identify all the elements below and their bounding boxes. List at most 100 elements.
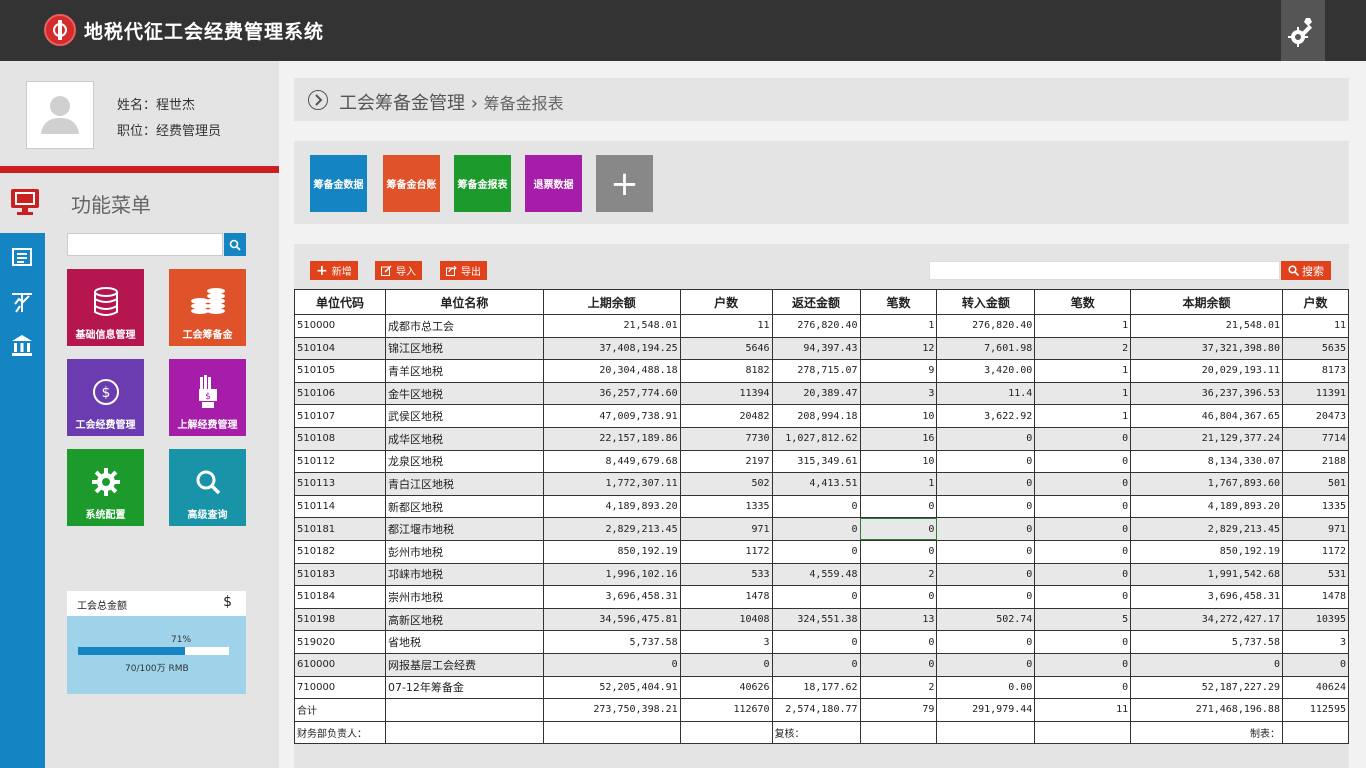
table-cell[interactable]: 0 xyxy=(859,585,938,609)
table-cell[interactable]: 1 xyxy=(1034,359,1132,383)
export-button[interactable]: 导出 xyxy=(440,261,487,280)
table-cell[interactable]: 11 xyxy=(679,314,773,338)
table-cell[interactable]: 12 xyxy=(859,336,938,361)
menu-tile-system-config[interactable]: 系统配置 xyxy=(67,449,144,526)
table-cell[interactable]: 4,189,893.20 xyxy=(542,494,681,519)
table-cell[interactable]: 1,772,307.11 xyxy=(542,472,681,496)
table-cell[interactable]: 37,321,398.80 xyxy=(1130,336,1283,361)
table-cell[interactable]: 52,187,227.29 xyxy=(1130,675,1283,700)
table-cell[interactable]: 0 xyxy=(771,494,861,519)
table-cell[interactable]: 8182 xyxy=(679,359,773,383)
col-header[interactable]: 笔数 xyxy=(1034,289,1132,315)
add-button[interactable]: + 新增 xyxy=(310,261,358,280)
table-cell[interactable]: 1,027,812.62 xyxy=(771,426,861,451)
table-row[interactable]: 510000 成都市总工会 21,548.01 11 276,820.40 1 276,82… xyxy=(294,314,1350,338)
table-cell[interactable]: 13 xyxy=(859,607,938,632)
table-cell[interactable]: 710000 xyxy=(294,675,386,700)
table-cell[interactable]: 1172 xyxy=(1281,539,1350,564)
table-cell[interactable]: 2197 xyxy=(679,449,773,474)
table-cell[interactable]: 0 xyxy=(936,449,1036,474)
menu-search-input[interactable] xyxy=(67,233,223,256)
table-cell[interactable]: 青羊区地税 xyxy=(384,359,544,383)
menu-tile-union-fund[interactable]: 工会筹备金 xyxy=(169,269,246,346)
table-search-button[interactable]: 搜索 xyxy=(1281,261,1331,280)
table-cell[interactable]: 34,272,427.17 xyxy=(1130,607,1283,632)
table-cell[interactable]: 金牛区地税 xyxy=(384,381,544,406)
table-cell[interactable]: 0 xyxy=(936,517,1036,541)
table-cell[interactable]: 1 xyxy=(859,472,938,496)
table-cell[interactable]: 7730 xyxy=(679,426,773,451)
table-cell[interactable]: 34,596,475.81 xyxy=(542,607,681,632)
table-cell[interactable]: 276,820.40 xyxy=(771,314,861,338)
table-cell[interactable]: 0 xyxy=(1034,539,1132,564)
table-cell[interactable]: 0 xyxy=(1034,494,1132,519)
table-cell[interactable]: 510114 xyxy=(294,494,386,519)
table-cell[interactable]: 成华区地税 xyxy=(384,426,544,451)
col-header[interactable]: 户数 xyxy=(1281,289,1350,315)
table-cell[interactable]: 16 xyxy=(859,426,938,451)
table-cell[interactable]: 彭州市地税 xyxy=(384,539,544,564)
table-cell[interactable]: 青白江区地税 xyxy=(384,472,544,496)
table-cell[interactable]: 20473 xyxy=(1281,404,1350,428)
table-cell[interactable]: 5,737.58 xyxy=(1130,630,1283,654)
table-cell[interactable]: 0 xyxy=(1034,449,1132,474)
table-cell[interactable]: 3,696,458.31 xyxy=(1130,585,1283,609)
table-cell[interactable]: 武侯区地税 xyxy=(384,404,544,428)
table-cell[interactable]: 1,991,542.68 xyxy=(1130,562,1283,587)
table-cell[interactable]: 52,205,404.91 xyxy=(542,675,681,700)
table-cell[interactable]: 4,559.48 xyxy=(771,562,861,587)
table-cell[interactable]: 11.4 xyxy=(936,381,1036,406)
table-cell[interactable]: 18,177.62 xyxy=(771,675,861,700)
table-cell[interactable]: 510183 xyxy=(294,562,386,587)
table-cell[interactable]: 4,413.51 xyxy=(771,472,861,496)
import-button[interactable]: 导入 xyxy=(375,261,422,280)
table-cell[interactable]: 0 xyxy=(771,630,861,654)
table-row[interactable]: 510182 彭州市地税 850,192.19 1172 0 0 0 0 850,192.19 1… xyxy=(294,539,1350,564)
table-cell[interactable]: 10 xyxy=(859,449,938,474)
table-cell[interactable]: 20482 xyxy=(679,404,773,428)
table-cell[interactable]: 510107 xyxy=(294,404,386,428)
table-cell[interactable]: 510181 xyxy=(294,517,386,541)
table-cell[interactable]: 10395 xyxy=(1281,607,1350,632)
table-cell[interactable]: 1335 xyxy=(679,494,773,519)
table-cell[interactable]: 3,622.92 xyxy=(936,404,1036,428)
table-row[interactable]: 710000 07-12年筹备金 52,205,404.91 40626 18,177.… xyxy=(294,675,1350,700)
table-cell[interactable]: 1172 xyxy=(679,539,773,564)
table-cell[interactable]: 46,804,367.65 xyxy=(1130,404,1283,428)
table-cell[interactable]: 20,304,488.18 xyxy=(542,359,681,383)
quick-tile-refund-data[interactable]: 退票数据 xyxy=(525,155,582,212)
table-cell[interactable]: 510104 xyxy=(294,336,386,361)
table-cell[interactable]: 10 xyxy=(859,404,938,428)
table-cell[interactable]: 1 xyxy=(1034,404,1132,428)
table-cell[interactable]: 8,449,679.68 xyxy=(542,449,681,474)
quick-tile-fund-data[interactable]: 筹备金数据 xyxy=(310,155,367,212)
table-cell[interactable]: 0 xyxy=(542,652,681,677)
table-cell[interactable]: 07-12年筹备金 xyxy=(384,675,544,700)
table-row[interactable]: 510104 锦江区地税 37,408,194.25 5646 94,397.43 12 7… xyxy=(294,336,1350,361)
table-cell[interactable]: 510182 xyxy=(294,539,386,564)
table-cell[interactable]: 40626 xyxy=(679,675,773,700)
table-cell[interactable]: 0 xyxy=(679,652,773,677)
table-cell[interactable]: 0 xyxy=(771,652,861,677)
col-header[interactable]: 转入金额 xyxy=(936,289,1036,315)
table-cell[interactable]: 5,737.58 xyxy=(542,630,681,654)
table-cell[interactable]: 502 xyxy=(679,472,773,496)
table-cell[interactable]: 971 xyxy=(679,517,773,541)
table-cell[interactable]: 501 xyxy=(1281,472,1350,496)
table-cell[interactable]: 都江堰市地税 xyxy=(384,517,544,541)
table-cell[interactable]: 4,189,893.20 xyxy=(1130,494,1283,519)
table-cell[interactable]: 850,192.19 xyxy=(542,539,681,564)
table-cell[interactable]: 2,829,213.45 xyxy=(1130,517,1283,541)
table-cell[interactable]: 省地税 xyxy=(384,630,544,654)
table-cell[interactable]: 0 xyxy=(936,562,1036,587)
table-cell[interactable]: 3 xyxy=(679,630,773,654)
table-row[interactable]: 510105 青羊区地税 20,304,488.18 8182 278,715.07 9 3… xyxy=(294,359,1350,383)
table-cell[interactable]: 8173 xyxy=(1281,359,1350,383)
chart-board-icon[interactable] xyxy=(10,290,34,314)
table-cell[interactable]: 2 xyxy=(1034,336,1132,361)
table-cell[interactable]: 8,134,330.07 xyxy=(1130,449,1283,474)
table-cell[interactable]: 邛崃市地税 xyxy=(384,562,544,587)
table-cell[interactable]: 208,994.18 xyxy=(771,404,861,428)
table-cell[interactable]: 40624 xyxy=(1281,675,1350,700)
table-cell[interactable]: 0 xyxy=(859,494,938,519)
